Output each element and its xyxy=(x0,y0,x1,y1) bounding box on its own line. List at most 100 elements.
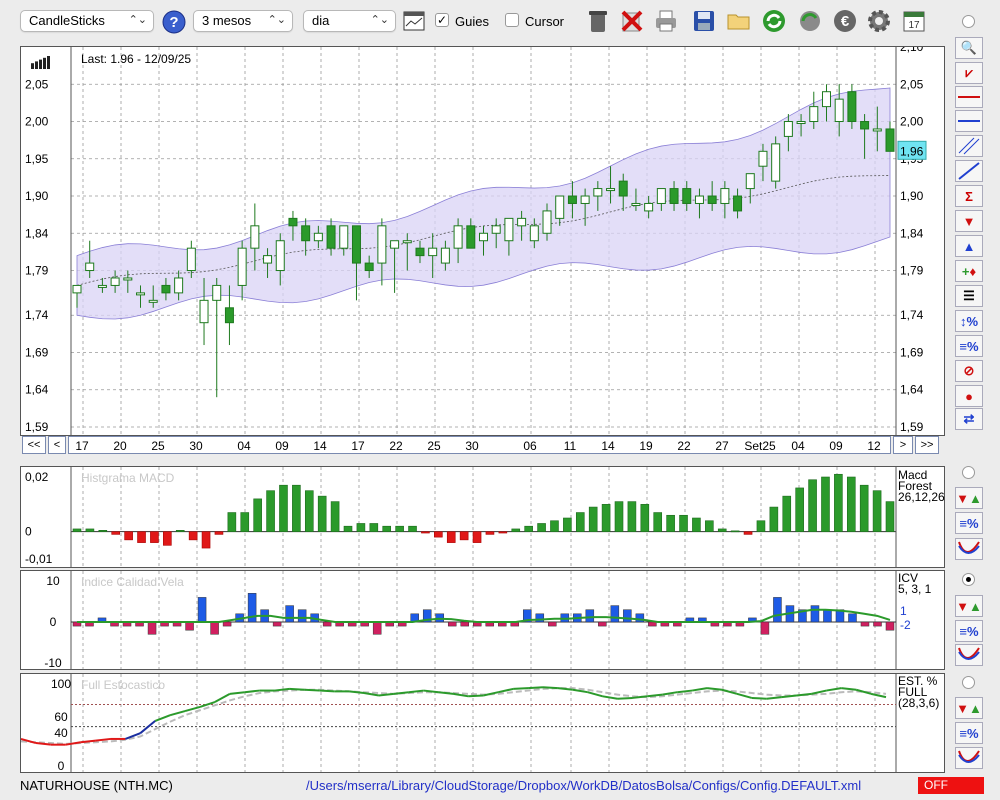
lines-percent-icon[interactable]: ≡% xyxy=(955,335,983,357)
help-icon[interactable]: ? xyxy=(161,9,187,35)
channel-icon[interactable] xyxy=(955,135,983,157)
candle-body xyxy=(606,188,616,192)
macd-bar xyxy=(72,528,82,532)
icv-chart[interactable]: 100-10Indice Calidad Vela ICV5, 3, 11-2 xyxy=(21,571,944,670)
stochastic-chart[interactable]: 10060400Full Estocastico EST. %FULL(28,3,… xyxy=(20,674,944,773)
macd-bar xyxy=(382,525,392,532)
candlestick-chart[interactable]: 2,052,052,002,001,951,951,901,901,841,84… xyxy=(21,40,944,435)
macd-bar xyxy=(369,523,379,532)
swap-icon[interactable]: ⇄ xyxy=(955,408,983,430)
macd-bar xyxy=(498,531,508,534)
macd-bar xyxy=(240,512,250,532)
grid-lines-icon[interactable]: ☰ xyxy=(955,285,983,307)
icv-value-neg: -2 xyxy=(900,618,911,632)
icv-bar xyxy=(760,621,770,635)
stoch-radio[interactable] xyxy=(962,676,975,689)
fibonacci-icon[interactable]: Σ xyxy=(955,185,983,207)
horizontal-line-red-icon[interactable] xyxy=(955,86,983,108)
nav-last-button[interactable]: >> xyxy=(915,436,939,454)
trash-icon[interactable] xyxy=(585,8,611,34)
zoom-icon[interactable]: 🔍 xyxy=(955,37,983,59)
period-select[interactable]: 3 mesos ⌃⌄ xyxy=(193,10,293,32)
stoch-k-segment xyxy=(289,687,305,691)
print-icon[interactable] xyxy=(653,8,679,34)
chart-window-icon[interactable] xyxy=(401,8,427,34)
config-path-link[interactable]: /Users/mserra/Library/CloudStorage/Dropb… xyxy=(306,778,861,793)
macd-radio[interactable] xyxy=(962,466,975,479)
trendline-icon[interactable] xyxy=(955,160,983,182)
macd-lines-percent-icon[interactable]: ≡% xyxy=(955,512,983,534)
y-tick-label-right: 1,90 xyxy=(900,189,924,203)
up-arrow-icon[interactable]: ▲ xyxy=(955,235,983,257)
stoch-k-segment xyxy=(513,687,529,690)
nav-prev-button[interactable]: < xyxy=(48,436,66,454)
add-signal-icon[interactable]: + ♦ xyxy=(955,260,983,282)
stoch-k-segment xyxy=(841,687,857,691)
icv-radio[interactable] xyxy=(962,573,975,586)
stoch-arrows-icon[interactable]: ▼ ▲ xyxy=(955,697,983,719)
euro-icon[interactable]: € xyxy=(832,8,858,34)
down-arrow-icon[interactable]: ▼ xyxy=(955,210,983,232)
date-tick-label: 06 xyxy=(523,439,537,453)
globe-refresh-icon[interactable] xyxy=(797,8,823,34)
scale-percent-icon[interactable]: ↕% xyxy=(955,310,983,332)
macd-bar xyxy=(601,504,611,532)
mini-bar xyxy=(35,61,38,69)
guides-label: Guies xyxy=(455,14,489,29)
candle-body xyxy=(85,262,95,272)
delete-icon[interactable] xyxy=(619,8,645,34)
stop-icon[interactable]: ⊘ xyxy=(955,360,983,382)
icv-bar xyxy=(848,613,857,623)
refresh-icon[interactable] xyxy=(761,8,787,34)
y-tick-label-right: 1,84 xyxy=(900,226,924,240)
candle-body xyxy=(631,202,641,206)
candle-body xyxy=(123,277,133,281)
cursor-checkbox[interactable] xyxy=(505,13,519,27)
icv-bar xyxy=(447,621,457,627)
y-tick-label-left: 1,74 xyxy=(25,308,49,322)
status-off-badge[interactable]: OFF xyxy=(918,777,984,794)
macd-curve-icon[interactable] xyxy=(955,538,983,560)
macd-chart[interactable]: 0,020-0,01Histgrama MACD MacdForest26,12,… xyxy=(21,467,945,567)
candle-body xyxy=(263,255,273,264)
stoch-k-segment xyxy=(617,696,633,700)
icv-curve-icon[interactable] xyxy=(955,644,983,666)
stoch-k-segment xyxy=(468,694,484,698)
calendar-icon[interactable]: 17 xyxy=(901,8,927,34)
stoch-lines-percent-icon[interactable]: ≡% xyxy=(955,722,983,744)
candle-body xyxy=(212,284,222,301)
nav-first-button[interactable]: << xyxy=(22,436,46,454)
icv-bar xyxy=(222,621,232,627)
stoch-k-segment xyxy=(244,689,260,694)
settings-gear-icon[interactable] xyxy=(866,8,892,34)
macd-bar xyxy=(201,531,211,549)
macd-bar xyxy=(782,495,792,532)
horizontal-line-blue-icon[interactable] xyxy=(955,110,983,132)
stoch-curve-icon[interactable] xyxy=(955,747,983,769)
candle-body xyxy=(186,247,196,272)
macd-bar xyxy=(163,531,172,546)
icv-bar xyxy=(810,605,820,623)
guides-checkbox[interactable]: ✓ xyxy=(435,13,449,27)
candle-body xyxy=(771,143,781,182)
date-tick-label: 11 xyxy=(564,439,577,453)
open-folder-icon[interactable] xyxy=(726,8,752,34)
save-icon[interactable] xyxy=(691,8,717,34)
indicator-chart-icon[interactable]: ⩗ xyxy=(955,62,983,84)
interval-select[interactable]: dia ⌃⌄ xyxy=(303,10,396,32)
record-icon[interactable]: ● xyxy=(955,385,983,407)
date-axis-scrollbar[interactable]: 17 20 25 30 04 09 14 17 22 25 30 06 11 14 19 22 27 Set25 0… xyxy=(68,436,891,454)
last-price-label: Last: 1.96 - 12/09/25 xyxy=(81,52,191,66)
main-radio[interactable] xyxy=(962,15,975,28)
nav-next-button[interactable]: > xyxy=(893,436,913,454)
icv-bar xyxy=(635,613,645,623)
macd-bar xyxy=(563,517,572,532)
icv-arrows-icon[interactable]: ▼ ▲ xyxy=(955,595,983,617)
chart-type-select[interactable]: CandleSticks ⌃⌄ xyxy=(20,10,154,32)
macd-arrows-icon[interactable]: ▼ ▲ xyxy=(955,487,983,509)
stoch-y-tick: 0 xyxy=(58,759,65,772)
chevron-updown-icon: ⌃⌄ xyxy=(370,14,389,26)
icv-lines-percent-icon[interactable]: ≡% xyxy=(955,620,983,642)
candle-body xyxy=(174,277,184,294)
candle-body xyxy=(872,128,882,132)
